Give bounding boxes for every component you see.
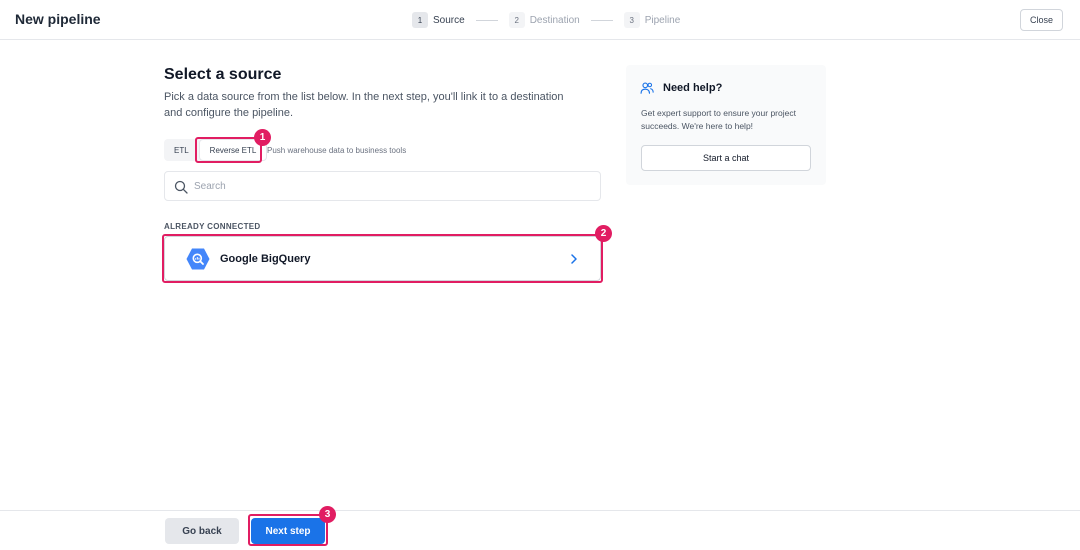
highlight-box	[195, 137, 262, 163]
annotation-badge: 3	[319, 506, 336, 523]
stepper: 1 Source 2 Destination 3 Pipeline	[412, 12, 680, 28]
step-pipeline: 3 Pipeline	[623, 12, 681, 28]
help-text: Get expert support to ensure your projec…	[641, 108, 796, 131]
search-input[interactable]	[194, 178, 584, 195]
go-back-button[interactable]: Go back	[165, 518, 239, 544]
step-label: Source	[433, 14, 465, 26]
search-icon	[174, 180, 188, 194]
step-source: 1 Source	[412, 12, 465, 28]
header-bar: New pipeline 1 Source 2 Destination 3 Pi…	[0, 0, 1080, 40]
section-subtitle: Pick a data source from the list below. …	[164, 91, 564, 119]
help-title: Need help?	[663, 82, 723, 94]
help-panel: Need help? Get expert support to ensure …	[626, 65, 826, 185]
step-destination: 2 Destination	[508, 12, 580, 28]
tab-etl[interactable]: ETL	[164, 139, 199, 161]
close-button[interactable]: Close	[1020, 9, 1063, 31]
users-icon	[640, 82, 654, 94]
page-title: New pipeline	[15, 11, 101, 27]
search-box	[164, 171, 601, 201]
step-connector	[590, 19, 613, 21]
step-connector	[475, 19, 498, 21]
tab-description: Push warehouse data to business tools	[267, 146, 407, 155]
step-number: 2	[508, 12, 525, 28]
annotation-badge: 1	[254, 129, 271, 146]
section-title: Select a source	[164, 66, 282, 83]
highlight-box	[248, 514, 328, 546]
step-number: 3	[623, 12, 640, 28]
step-label: Destination	[529, 14, 580, 26]
step-label: Pipeline	[644, 14, 681, 26]
annotation-badge: 2	[595, 225, 612, 242]
section-label: ALREADY CONNECTED	[164, 222, 261, 231]
step-number: 1	[412, 12, 428, 28]
footer-bar: Go back Next step	[0, 510, 1080, 550]
highlight-box	[162, 234, 603, 283]
start-chat-button[interactable]: Start a chat	[641, 145, 811, 171]
